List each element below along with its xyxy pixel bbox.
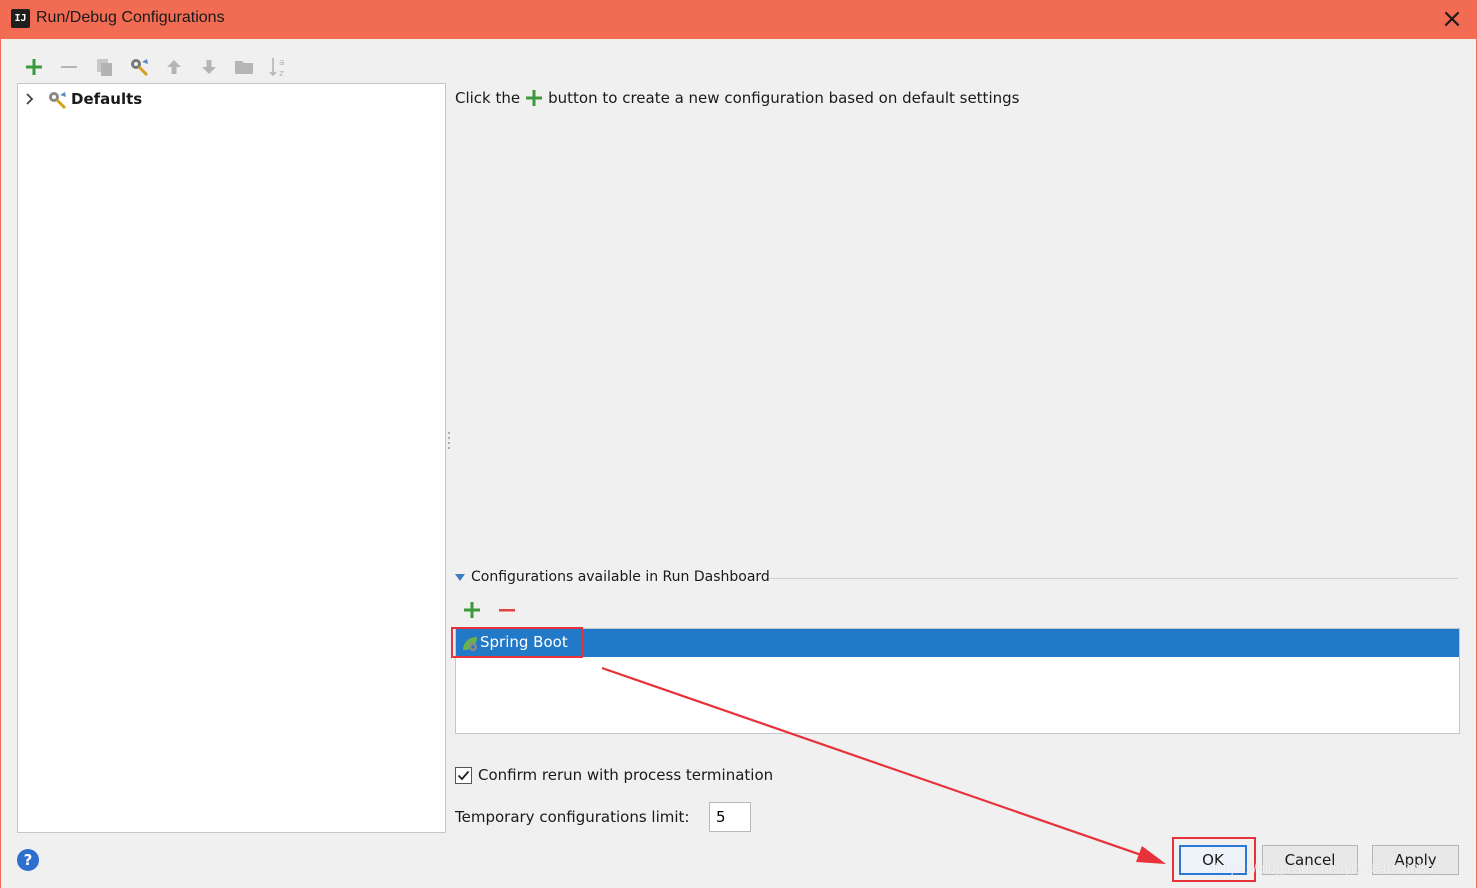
- close-icon[interactable]: ×: [1439, 6, 1465, 32]
- window-title: Run/Debug Configurations: [36, 9, 225, 26]
- wrench-gear-icon: [49, 92, 67, 110]
- run-dashboard-title: Configurations available in Run Dashboar…: [471, 569, 770, 585]
- intellij-app-icon: IJ: [11, 9, 30, 28]
- folder-icon[interactable]: [233, 56, 255, 78]
- help-button[interactable]: ?: [17, 849, 39, 871]
- run-dashboard-header[interactable]: Configurations available in Run Dashboar…: [455, 569, 1458, 587]
- checkmark-icon: [457, 770, 470, 780]
- move-down-icon[interactable]: [198, 56, 220, 78]
- section-divider: [769, 578, 1458, 579]
- remove-icon[interactable]: [58, 56, 80, 78]
- copy-icon[interactable]: [93, 56, 115, 78]
- highlight-box-spring-boot: [451, 627, 583, 658]
- temp-limit-label: Temporary configurations limit:: [455, 808, 690, 826]
- chevron-right-icon[interactable]: [22, 90, 38, 108]
- add-icon: [526, 90, 543, 106]
- confirm-rerun-option[interactable]: Confirm rerun with process termination: [455, 765, 773, 785]
- confirm-rerun-checkbox[interactable]: [455, 766, 472, 784]
- empty-hint: Click the button to create a new configu…: [455, 89, 1019, 107]
- svg-text:a: a: [279, 58, 285, 68]
- run-dashboard-list[interactable]: Spring Boot: [455, 628, 1460, 734]
- hint-text-after: button to create a new configuration bas…: [548, 89, 1020, 107]
- dashboard-remove-icon[interactable]: [497, 600, 517, 620]
- add-icon[interactable]: [23, 56, 45, 78]
- list-item-spring-boot[interactable]: Spring Boot: [456, 629, 1459, 657]
- edit-defaults-icon[interactable]: [128, 56, 150, 78]
- confirm-rerun-label: Confirm rerun with process termination: [478, 766, 774, 784]
- tree-item-defaults[interactable]: Defaults: [18, 88, 445, 110]
- tree-item-label: Defaults: [71, 90, 143, 108]
- triangle-down-icon[interactable]: [455, 574, 465, 582]
- panel-splitter[interactable]: [447, 430, 451, 450]
- sort-icon[interactable]: az: [268, 56, 290, 78]
- hint-text-before: Click the: [455, 89, 521, 107]
- temp-limit-input[interactable]: [709, 802, 751, 832]
- watermark-text: https://blog.csdn.net/yr1684876859: [1215, 860, 1434, 876]
- dashboard-add-icon[interactable]: [462, 600, 482, 620]
- configuration-tree[interactable]: Defaults: [17, 83, 446, 833]
- svg-text:z: z: [279, 69, 284, 78]
- move-up-icon[interactable]: [163, 56, 185, 78]
- title-bar: IJ Run/Debug Configurations ×: [0, 0, 1477, 39]
